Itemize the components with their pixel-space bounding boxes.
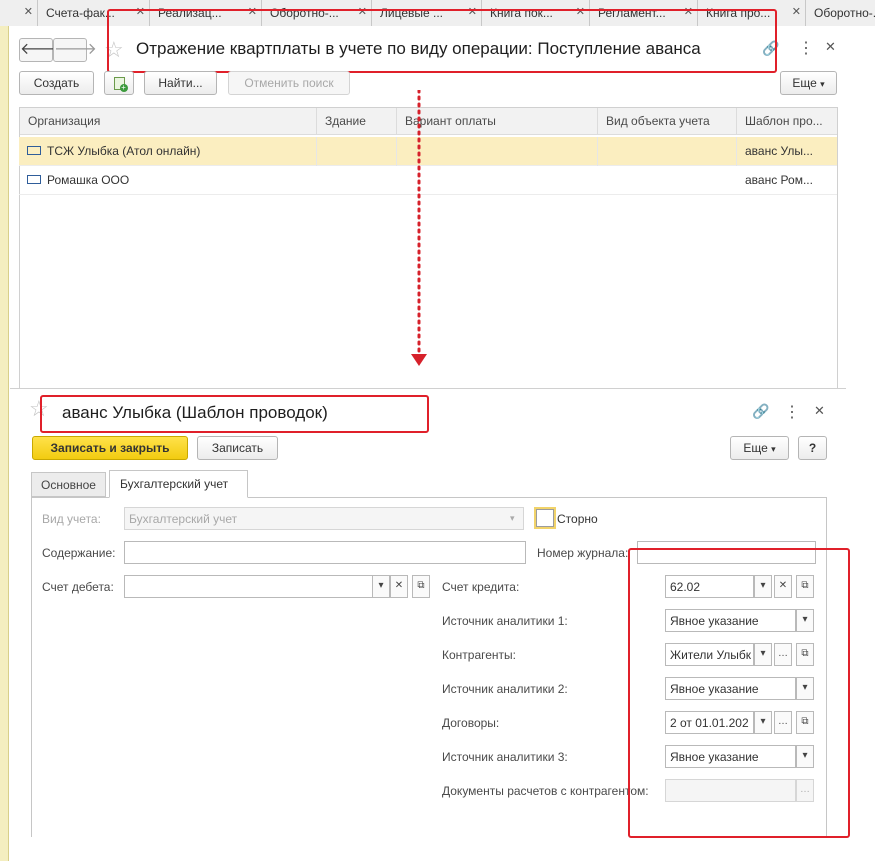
- more-vertical-icon[interactable]: ⋮: [784, 402, 800, 422]
- column-header-template[interactable]: Шаблон про...: [737, 108, 837, 135]
- column-header-object-type[interactable]: Вид объекта учета: [598, 108, 737, 135]
- organization-icon: [27, 146, 41, 156]
- settlement-documents-label: Документы расчетов с контрагентом:: [442, 784, 649, 798]
- create-button[interactable]: Создать: [19, 71, 94, 95]
- cell-template: аванс Ром...: [745, 173, 813, 187]
- save-and-close-button[interactable]: Записать и закрыть: [32, 436, 188, 460]
- storno-checkbox[interactable]: [534, 507, 556, 529]
- more-vertical-icon[interactable]: ⋮: [798, 38, 814, 58]
- left-panel-strip: [0, 26, 9, 861]
- more-button[interactable]: Еще ▾: [730, 436, 789, 460]
- arrow-right-icon: 🡒: [54, 41, 97, 58]
- dropdown-arrow-icon[interactable]: ▾: [510, 513, 515, 524]
- contracts-label: Договоры:: [442, 716, 500, 730]
- column-header-organization[interactable]: Организация: [20, 108, 317, 135]
- content-label: Содержание:: [42, 546, 116, 560]
- accounting-type-field[interactable]: Бухгалтерский учет: [124, 507, 524, 530]
- dropdown-arrow-icon: ▾: [378, 580, 384, 591]
- journal-number-label: Номер журнала:: [537, 546, 629, 560]
- more-button[interactable]: Еще ▾: [780, 71, 837, 95]
- cell-building: [317, 166, 397, 195]
- cell-template: аванс Улы...: [745, 144, 813, 158]
- close-icon[interactable]: ✕: [825, 39, 836, 55]
- tab-partial[interactable]: ✕: [0, 0, 38, 26]
- analytics-source-1-label: Источник аналитики 1:: [442, 614, 568, 628]
- dropdown-button[interactable]: ▾: [372, 575, 390, 598]
- document-add-icon: +: [113, 77, 128, 93]
- highlight-template-title-box: [40, 395, 429, 433]
- help-button[interactable]: ?: [798, 436, 827, 460]
- clear-icon: ✕: [394, 580, 404, 591]
- cell-object: [598, 166, 737, 195]
- back-button[interactable]: 🡐: [19, 38, 63, 62]
- chevron-down-icon: ▾: [820, 79, 825, 89]
- analytics-source-2-label: Источник аналитики 2:: [442, 682, 568, 696]
- contractors-label: Контрагенты:: [442, 648, 517, 662]
- credit-account-label: Счет кредита:: [442, 580, 520, 594]
- column-header-building[interactable]: Здание: [317, 108, 397, 135]
- add-copy-button[interactable]: +: [104, 71, 134, 95]
- forward-button[interactable]: 🡒: [53, 38, 97, 62]
- cell-organization: ТСЖ Улыбка (Атол онлайн): [19, 137, 317, 166]
- chevron-down-icon: ▾: [771, 444, 776, 454]
- tab-turnover-2[interactable]: Оборотно-...: [806, 0, 875, 26]
- open-window-icon: ⧉: [417, 580, 425, 591]
- link-icon[interactable]: 🔗: [752, 403, 769, 420]
- close-icon[interactable]: ✕: [792, 5, 801, 18]
- cell-organization: Ромашка ООО: [19, 166, 317, 195]
- storno-label: Сторно: [557, 512, 598, 526]
- accounting-type-label: Вид учета:: [42, 512, 101, 526]
- open-button[interactable]: ⧉: [412, 575, 430, 598]
- close-icon[interactable]: ✕: [814, 403, 825, 419]
- tab-accounting[interactable]: Бухгалтерский учет: [109, 470, 248, 498]
- annotation-arrow: [411, 90, 427, 366]
- debit-account-label: Счет дебета:: [42, 580, 114, 594]
- cancel-search-button[interactable]: Отменить поиск: [228, 71, 350, 95]
- tab-main[interactable]: Основное: [31, 472, 106, 497]
- highlight-fields-box: [628, 548, 850, 838]
- content-field[interactable]: [124, 541, 526, 564]
- cell-building: [317, 137, 397, 166]
- analytics-source-3-label: Источник аналитики 3:: [442, 750, 568, 764]
- highlight-title-box: [107, 9, 777, 73]
- find-button[interactable]: Найти...: [144, 71, 217, 95]
- cell-object: [598, 137, 737, 166]
- clear-button[interactable]: ✕: [390, 575, 408, 598]
- save-button[interactable]: Записать: [197, 436, 278, 460]
- organization-icon: [27, 175, 41, 185]
- debit-account-field[interactable]: [124, 575, 373, 598]
- close-icon[interactable]: ✕: [24, 5, 33, 18]
